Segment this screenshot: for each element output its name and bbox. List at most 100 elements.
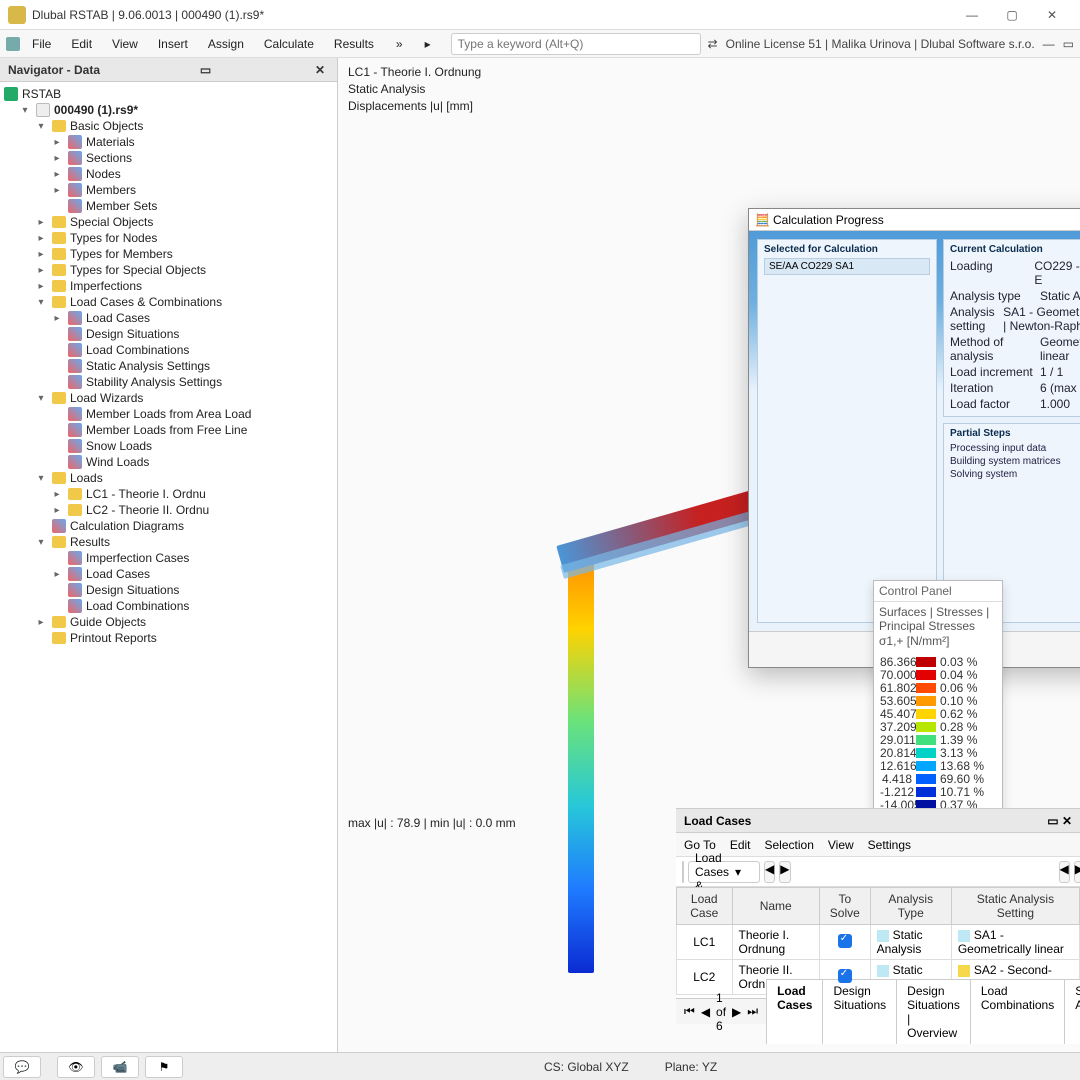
nav-prev-button[interactable]: ◀ [764,861,775,883]
dock-menu-edit[interactable]: Edit [730,836,751,854]
navigator-close-icon[interactable]: ✕ [311,63,329,77]
menu-more[interactable]: » [386,33,413,55]
column-header[interactable]: Static Analysis Setting [951,888,1079,925]
dock-menu-settings[interactable]: Settings [868,836,911,854]
tree-item[interactable]: ▸LC1 - Theorie I. Ordnu [2,486,335,502]
toggle-icon[interactable]: ▾ [34,537,48,548]
tree-item[interactable]: ▾Basic Objects [2,118,335,134]
tree-item[interactable]: Load Combinations [2,598,335,614]
dock-tab[interactable]: Static Ana [1064,979,1080,1044]
tree-file[interactable]: ▾000490 (1).rs9* [2,102,335,118]
maximize-button[interactable]: ▢ [992,1,1032,29]
tree-item[interactable]: Wind Loads [2,454,335,470]
tree-item[interactable]: Snow Loads [2,438,335,454]
page-last-button[interactable]: ⏭ [747,1004,758,1019]
toggle-icon[interactable]: ▸ [50,169,64,180]
tree-item[interactable]: Imperfection Cases [2,550,335,566]
tree-item[interactable]: ▸Types for Nodes [2,230,335,246]
status-view-icon[interactable]: 👁 [57,1056,95,1078]
work-area[interactable]: LC1 - Theorie I. Ordnung Static Analysis… [338,58,1080,1052]
menu-results[interactable]: Results [324,33,384,55]
navigator-detach-icon[interactable]: ▭ [196,63,215,77]
tree-item[interactable]: Member Sets [2,198,335,214]
menu-insert[interactable]: Insert [148,33,198,55]
navigator-tree[interactable]: RSTAB ▾000490 (1).rs9* ▾Basic Objects▸Ma… [0,82,337,1052]
minimize-button[interactable]: — [952,1,992,29]
toggle-icon[interactable]: ▸ [34,265,48,276]
tree-item[interactable]: ▾Loads [2,470,335,486]
control-panel[interactable]: Control Panel Surfaces | Stresses | Prin… [873,580,1003,840]
tree-item[interactable]: Design Situations [2,582,335,598]
keyword-search[interactable] [451,33,701,55]
tree-item[interactable]: ▾Load Wizards [2,390,335,406]
tree-item[interactable]: ▾Load Cases & Combinations [2,294,335,310]
toggle-icon[interactable]: ▸ [34,617,48,628]
tree-item[interactable]: ▸Imperfections [2,278,335,294]
restore-icon[interactable]: — [1043,37,1055,51]
nav-last-button[interactable]: ▶ [1074,861,1080,883]
tree-item[interactable]: Calculation Diagrams [2,518,335,534]
toggle-icon[interactable]: ▸ [34,281,48,292]
checkbox-icon[interactable] [838,934,852,948]
toolbar-icon[interactable] [682,861,684,883]
checkbox-icon[interactable] [838,969,852,983]
search-input[interactable] [451,33,701,55]
status-flag-icon[interactable]: ⚑ [145,1056,183,1078]
tree-item[interactable]: Load Combinations [2,342,335,358]
toggle-icon[interactable]: ▾ [34,297,48,308]
toggle-icon[interactable]: ▾ [34,473,48,484]
dock-detach-icon[interactable]: ▭ [1047,814,1058,828]
tree-item[interactable]: Design Situations [2,326,335,342]
dock-menu-selection[interactable]: Selection [765,836,814,854]
status-chat-icon[interactable]: 💬 [3,1056,41,1078]
tree-item[interactable]: ▸LC2 - Theorie II. Ordnu [2,502,335,518]
page-first-button[interactable]: ⏮ [684,1004,695,1019]
menu-file[interactable]: File [22,33,61,55]
tree-root[interactable]: RSTAB [2,86,335,102]
tree-item[interactable]: ▸Guide Objects [2,614,335,630]
menu-view[interactable]: View [102,33,148,55]
dock-menu-view[interactable]: View [828,836,854,854]
dock-tab[interactable]: Design Situations [822,979,897,1044]
page-next-button[interactable]: ▶ [732,1005,741,1019]
toggle-icon[interactable]: ▸ [34,233,48,244]
toggle-icon[interactable]: ▸ [50,489,64,500]
menu-assign[interactable]: Assign [198,33,254,55]
tree-item[interactable]: ▸Members [2,182,335,198]
toggle-icon[interactable]: ▾ [18,105,32,116]
detach-icon[interactable]: ▭ [1063,37,1074,51]
tree-item[interactable]: ▸Load Cases [2,310,335,326]
tree-item[interactable]: ▸Load Cases [2,566,335,582]
tree-item[interactable]: ▾Results [2,534,335,550]
nav-next-button[interactable]: ▶ [779,861,790,883]
close-button[interactable]: ✕ [1032,1,1072,29]
dock-tab[interactable]: Design Situations | Overview [896,979,971,1044]
column-header[interactable]: To Solve [819,888,870,925]
tree-item[interactable]: ▸Special Objects [2,214,335,230]
toggle-icon[interactable]: ▸ [50,569,64,580]
toggle-icon[interactable]: ▸ [50,505,64,516]
tree-item[interactable]: Member Loads from Area Load [2,406,335,422]
selected-calc-row[interactable]: SE/AA CO229 SA1 [764,258,930,275]
column-header[interactable]: Name [732,888,819,925]
toggle-icon[interactable]: ▸ [50,185,64,196]
tree-item[interactable]: ▸Types for Members [2,246,335,262]
status-camera-icon[interactable]: 📹 [101,1056,139,1078]
table-row[interactable]: LC1Theorie I. OrdnungStatic AnalysisSA1 … [677,925,1080,960]
dock-tab[interactable]: Load Cases [766,979,823,1044]
nav-first-button[interactable]: ◀ [1059,861,1070,883]
tree-item[interactable]: Static Analysis Settings [2,358,335,374]
load-cases-selector[interactable]: Load Cases & … ▾ [688,861,760,883]
menu-edit[interactable]: Edit [61,33,102,55]
tree-item[interactable]: ▸Sections [2,150,335,166]
toggle-icon[interactable]: ▸ [34,249,48,260]
page-prev-button[interactable]: ◀ [701,1005,710,1019]
toggle-icon[interactable]: ▸ [34,217,48,228]
column-header[interactable]: Load Case [677,888,733,925]
toggle-icon[interactable]: ▾ [34,121,48,132]
tree-item[interactable]: Printout Reports [2,630,335,646]
dock-tab[interactable]: Load Combinations [970,979,1065,1044]
tree-item[interactable]: Member Loads from Free Line [2,422,335,438]
toggle-icon[interactable]: ▾ [34,393,48,404]
tree-item[interactable]: Stability Analysis Settings [2,374,335,390]
